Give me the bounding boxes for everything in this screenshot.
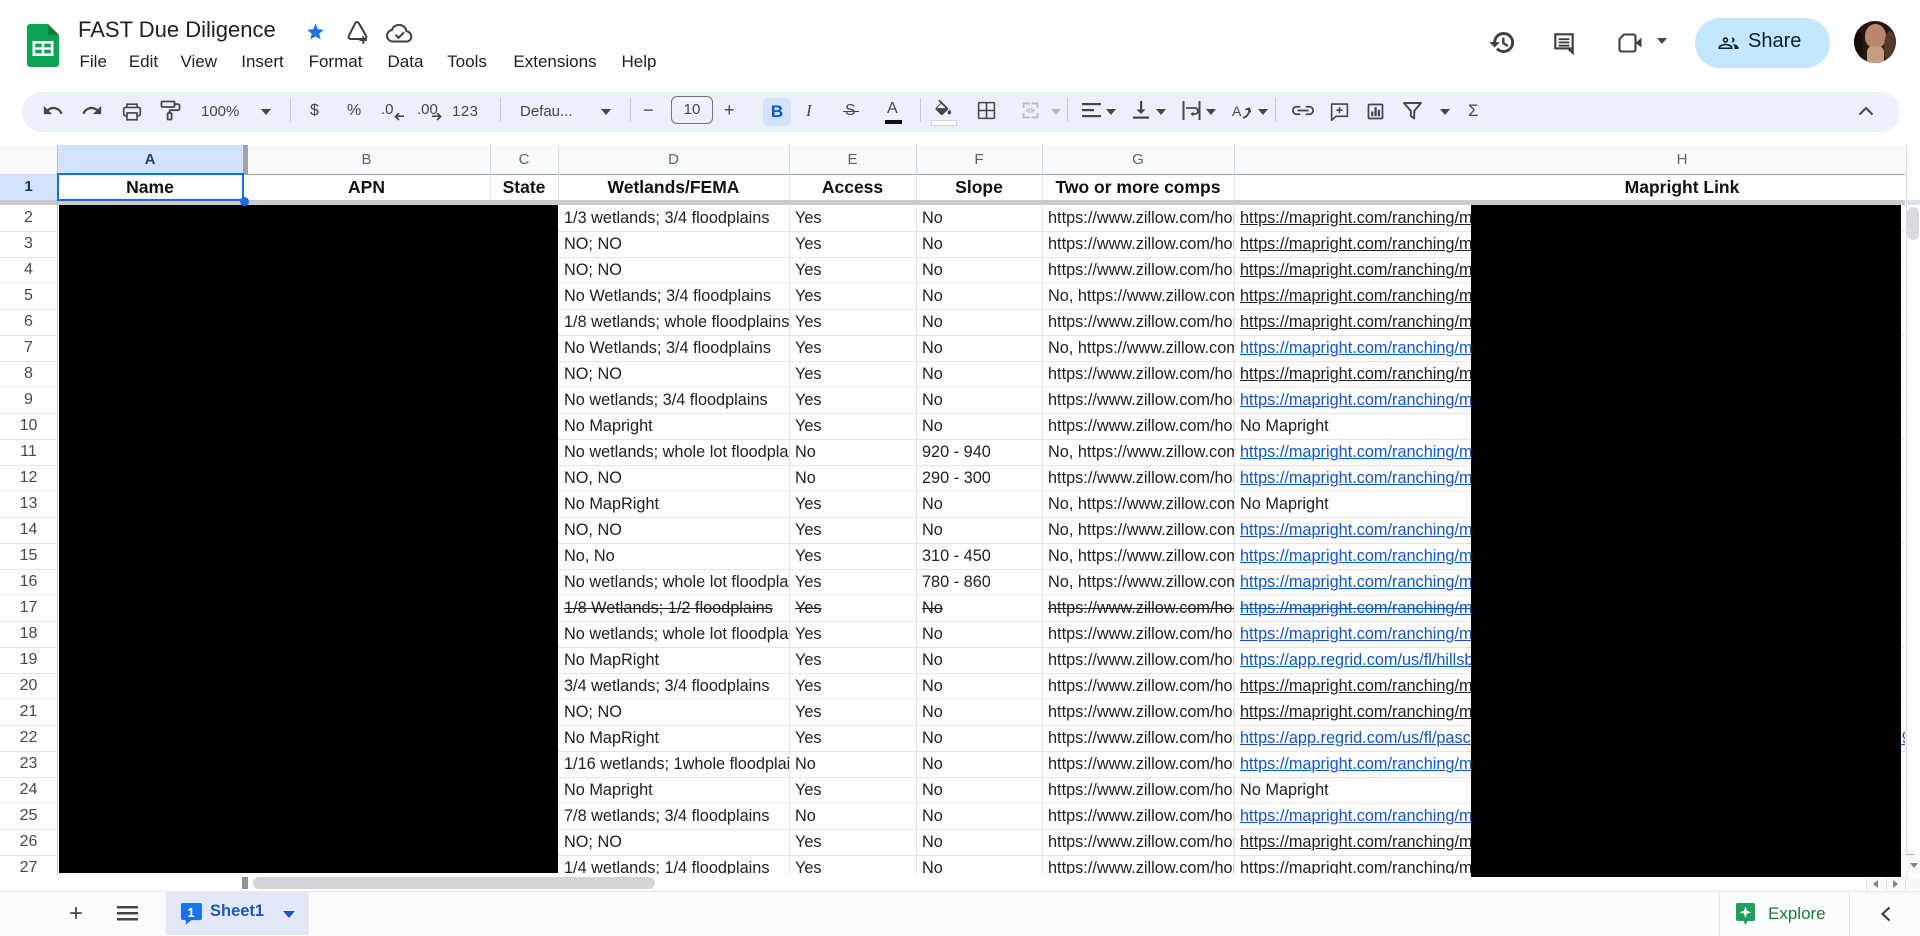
svg-text:1: 1 (187, 905, 194, 920)
svg-text:A: A (1232, 103, 1242, 119)
